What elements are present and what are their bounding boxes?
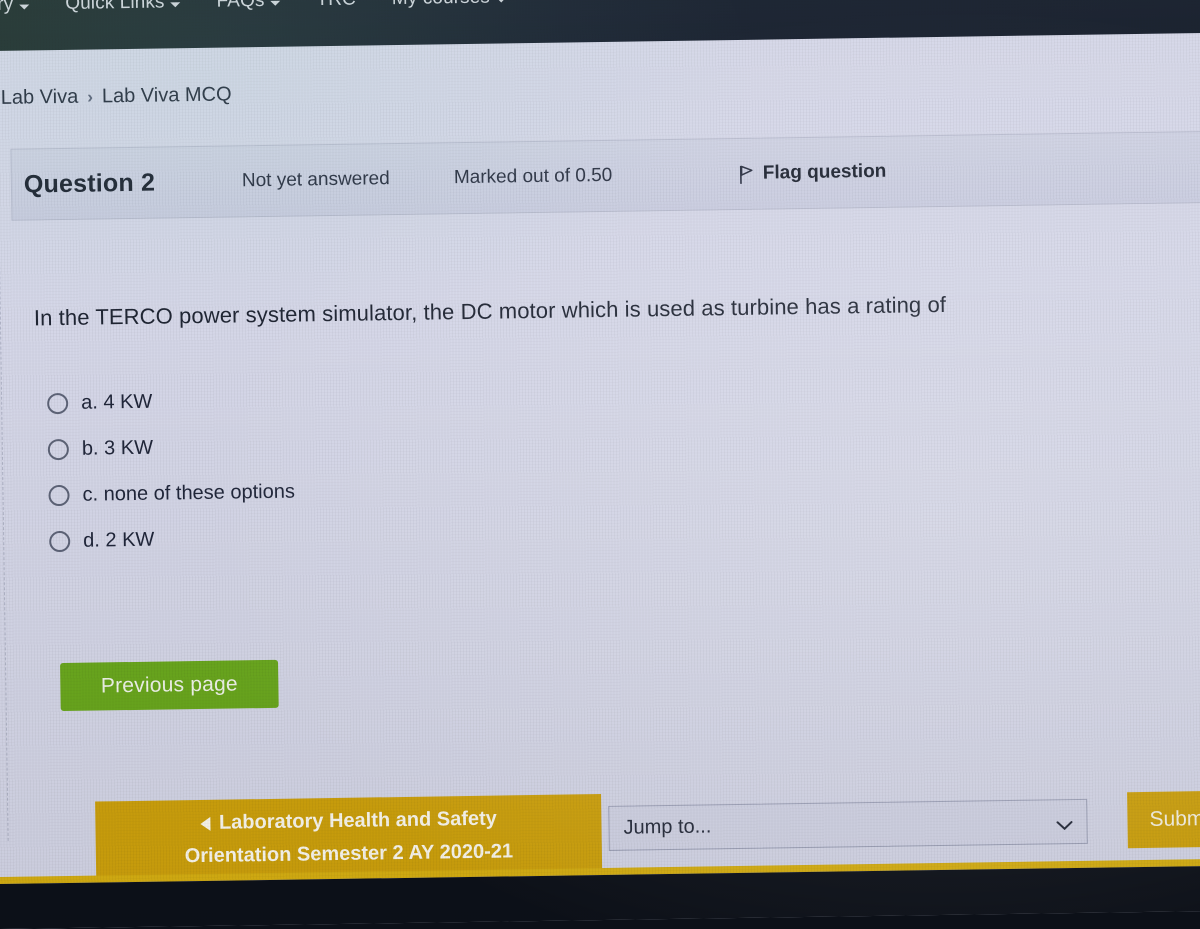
radio-button-c[interactable]: [48, 484, 70, 506]
breadcrumb: l › Lab Viva › Lab Viva MCQ: [0, 83, 232, 110]
chevron-down-icon: [170, 1, 181, 7]
previous-activity-text: Laboratory Health and Safety Orientation…: [184, 802, 514, 873]
radio-button-d[interactable]: [49, 530, 71, 552]
flag-question-button[interactable]: Flag question: [739, 161, 887, 185]
breadcrumb-item-lab-viva[interactable]: Lab Viva: [1, 86, 79, 110]
question-number: Question 2: [23, 168, 156, 199]
submit-button[interactable]: Subm: [1127, 790, 1200, 849]
flag-outline-icon: [739, 165, 755, 185]
answer-option-c[interactable]: c. none of these options: [48, 469, 295, 519]
answer-option-b[interactable]: b. 3 KW: [47, 423, 295, 473]
nav-item-library[interactable]: ry: [0, 0, 47, 16]
jump-to-select[interactable]: Jump to...: [608, 798, 1088, 851]
answer-label-b: b. 3 KW: [81, 436, 154, 460]
previous-activity-line2: Orientation Semester 2 AY 2020-21: [184, 840, 514, 868]
answer-label-d: d. 2 KW: [83, 528, 155, 552]
breadcrumb-separator-icon: ›: [87, 87, 94, 107]
nav-item-my-courses[interactable]: My courses: [374, 0, 524, 10]
previous-page-button[interactable]: Previous page: [60, 659, 279, 712]
page-left-edge-rule: [0, 50, 9, 841]
monitor-screen: ry Quick Links FAQs TRC My courses: [0, 0, 1200, 929]
question-marks: Marked out of 0.50: [453, 164, 613, 189]
question-info-header: Question 2 Not yet answered Marked out o…: [10, 130, 1200, 221]
nav-item-trc[interactable]: TRC: [298, 0, 374, 11]
chevron-down-icon: [270, 0, 281, 6]
answer-options-list: a. 4 KW b. 3 KW c. none of these options…: [47, 377, 296, 565]
page-content: l › Lab Viva › Lab Viva MCQ Question 2 N…: [0, 32, 1200, 882]
nav-item-quick-links[interactable]: Quick Links: [47, 0, 199, 15]
chevron-down-icon: [495, 0, 507, 3]
answer-option-a[interactable]: a. 4 KW: [47, 377, 294, 427]
question-text: In the TERCO power system simulator, the…: [33, 291, 947, 331]
radio-button-b[interactable]: [47, 438, 70, 460]
jump-to-value: Jump to...: [623, 815, 712, 839]
answer-label-a: a. 4 KW: [80, 390, 153, 414]
nav-item-faqs[interactable]: FAQs: [198, 0, 298, 13]
radio-button-a[interactable]: [47, 392, 69, 414]
previous-activity-line1: Laboratory Health and Safety: [218, 807, 497, 834]
triangle-left-icon: [199, 816, 211, 832]
flag-question-label: Flag question: [762, 160, 887, 184]
question-state: Not yet answered: [241, 168, 390, 192]
answer-option-d[interactable]: d. 2 KW: [49, 515, 296, 565]
breadcrumb-item-lab-viva-mcq[interactable]: Lab Viva MCQ: [102, 83, 232, 108]
answer-label-c: c. none of these options: [82, 480, 296, 506]
chevron-down-icon: [19, 3, 30, 10]
nav-item-label: FAQs: [216, 0, 265, 12]
chevron-down-icon: [1056, 817, 1073, 831]
nav-item-label: TRC: [316, 0, 356, 11]
nav-item-label: My courses: [392, 0, 490, 10]
nav-item-label: ry: [0, 0, 14, 15]
navbar-items: ry Quick Links FAQs TRC My courses: [0, 0, 524, 25]
nav-item-label: Quick Links: [65, 0, 165, 14]
